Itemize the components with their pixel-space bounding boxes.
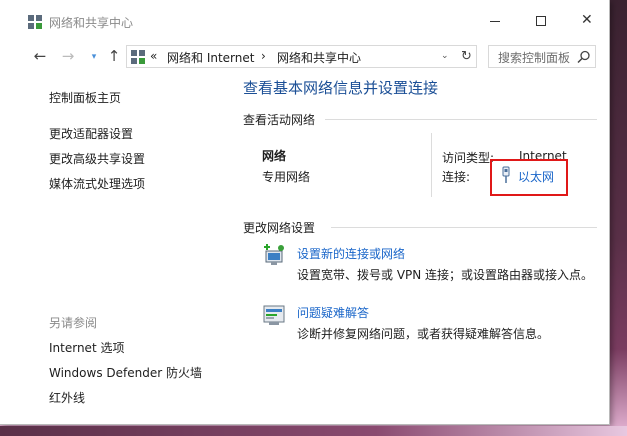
connections-label: 连接: bbox=[442, 170, 471, 184]
breadcrumb-separator[interactable]: › bbox=[261, 49, 266, 63]
ethernet-icon bbox=[502, 166, 510, 183]
navigation-bar: ← → ▾ ↑ « 网络和 Internet › 网络和共享中心 ⌄ ↻ 搜索控… bbox=[0, 42, 609, 72]
close-icon: ✕ bbox=[581, 12, 593, 28]
internet-options-link[interactable]: Internet 选项 bbox=[49, 339, 124, 356]
recent-locations-dropdown[interactable]: ▾ bbox=[84, 47, 104, 67]
section-divider bbox=[331, 227, 597, 228]
up-button[interactable]: ↑ bbox=[104, 46, 124, 66]
search-icon[interactable] bbox=[577, 50, 591, 64]
back-button[interactable]: ← bbox=[30, 46, 50, 66]
breadcrumb-network-internet[interactable]: 网络和 Internet bbox=[167, 49, 254, 66]
breadcrumb-sharing-center[interactable]: 网络和共享中心 bbox=[277, 49, 361, 66]
change-settings-heading: 更改网络设置 bbox=[243, 221, 316, 235]
refresh-button[interactable]: ↻ bbox=[457, 45, 477, 68]
new-connection-icon bbox=[264, 244, 284, 265]
active-networks-heading: 查看活动网络 bbox=[243, 113, 316, 127]
ethernet-connection-link[interactable]: 以太网 bbox=[518, 168, 554, 185]
network-name: 网络 bbox=[262, 149, 287, 163]
address-bar[interactable]: « 网络和 Internet › 网络和共享中心 ⌄ bbox=[126, 45, 477, 68]
network-profile-link[interactable]: 专用网络 bbox=[262, 168, 310, 185]
control-panel-icon bbox=[131, 50, 145, 64]
search-box[interactable]: 搜索控制面板 bbox=[488, 45, 596, 68]
maximize-button[interactable] bbox=[518, 0, 564, 42]
setup-new-connection-link[interactable]: 设置新的连接或网络 bbox=[297, 245, 405, 262]
control-panel-home-link[interactable]: 控制面板主页 bbox=[49, 89, 121, 106]
minimize-button[interactable] bbox=[472, 0, 518, 42]
network-center-icon bbox=[28, 15, 42, 29]
minimize-icon bbox=[490, 21, 500, 22]
setup-new-connection-desc: 设置宽带、拨号或 VPN 连接；或设置路由器或接入点。 bbox=[297, 268, 594, 282]
desktop-background bbox=[0, 426, 627, 436]
network-sharing-center-window: 网络和共享中心 ✕ ← → ▾ ↑ « 网络和 Internet › 网络和共享… bbox=[0, 0, 610, 425]
access-type-label: 访问类型: bbox=[442, 151, 495, 165]
window-title: 网络和共享中心 bbox=[49, 16, 134, 30]
see-also-heading: 另请参阅 bbox=[49, 316, 98, 330]
infrared-link[interactable]: 红外线 bbox=[49, 389, 85, 406]
breadcrumb-overflow[interactable]: « bbox=[150, 49, 157, 63]
network-divider bbox=[431, 133, 432, 197]
change-advanced-sharing-link[interactable]: 更改高级共享设置 bbox=[49, 150, 145, 167]
address-dropdown-icon[interactable]: ⌄ bbox=[441, 51, 449, 61]
troubleshoot-icon bbox=[263, 305, 285, 325]
search-placeholder: 搜索控制面板 bbox=[498, 51, 571, 65]
title-bar[interactable]: 网络和共享中心 ✕ bbox=[0, 0, 609, 42]
section-divider bbox=[325, 119, 597, 120]
change-adapter-settings-link[interactable]: 更改适配器设置 bbox=[49, 125, 133, 142]
forward-button[interactable]: → bbox=[58, 46, 78, 66]
windows-defender-firewall-link[interactable]: Windows Defender 防火墙 bbox=[49, 364, 202, 381]
troubleshoot-problems-desc: 诊断并修复网络问题，或者获得疑难解答信息。 bbox=[297, 327, 550, 341]
page-title: 查看基本网络信息并设置连接 bbox=[243, 79, 439, 97]
maximize-icon bbox=[536, 16, 546, 26]
media-streaming-options-link[interactable]: 媒体流式处理选项 bbox=[49, 175, 145, 192]
troubleshoot-problems-link[interactable]: 问题疑难解答 bbox=[297, 304, 369, 321]
close-button[interactable]: ✕ bbox=[564, 0, 610, 42]
